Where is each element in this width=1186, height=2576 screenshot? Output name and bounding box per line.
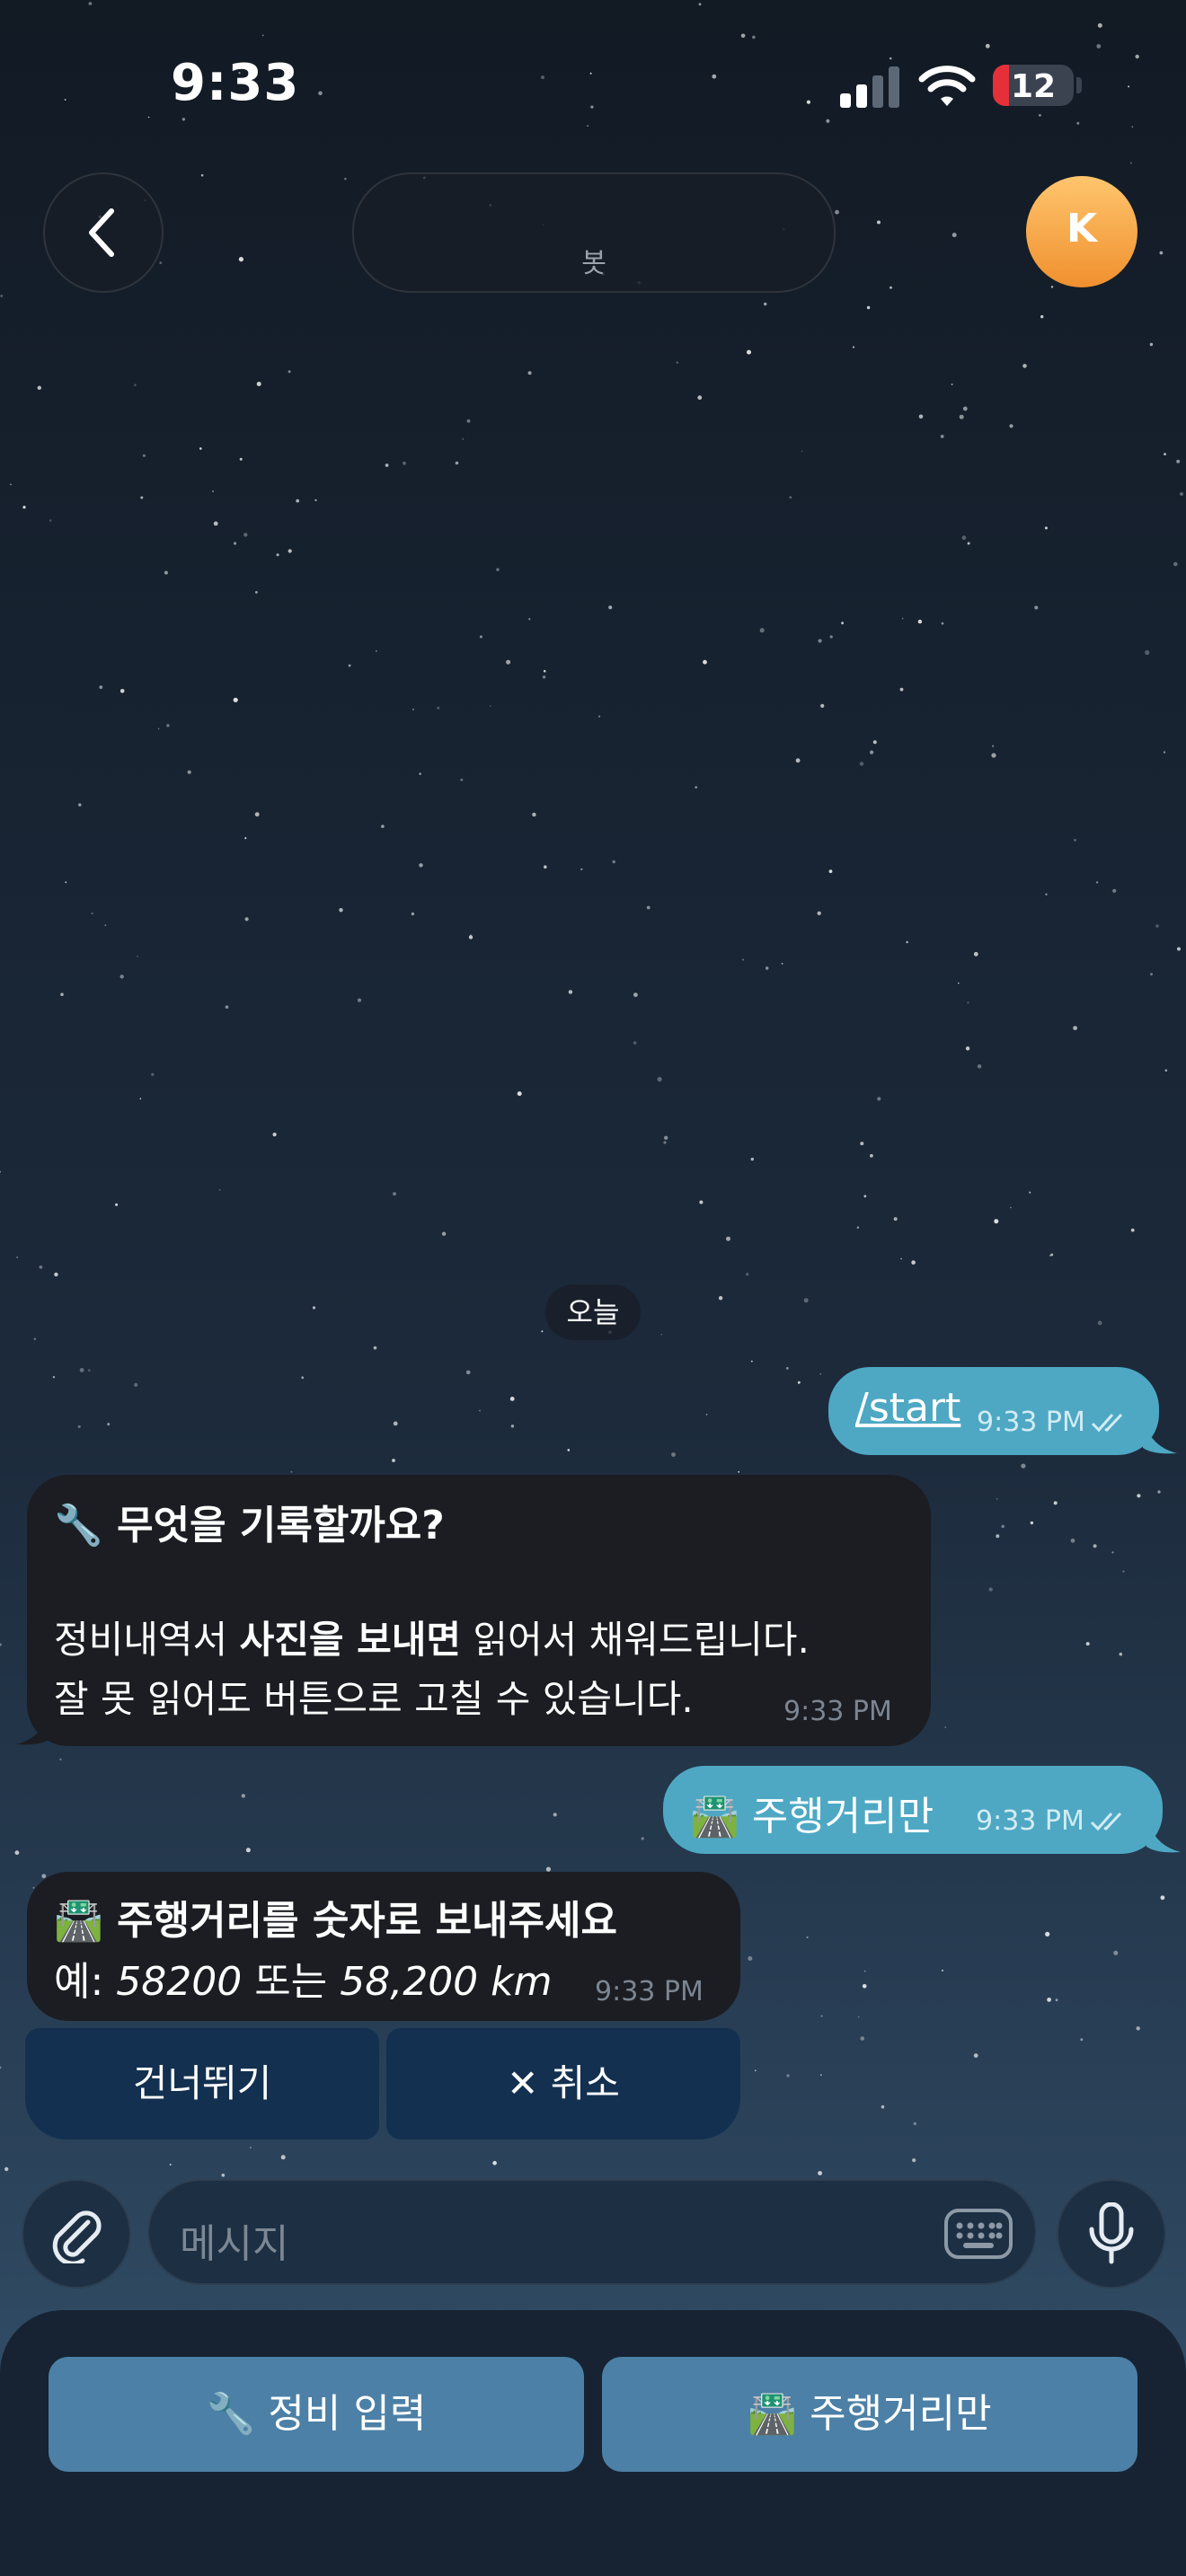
chat-subtitle: 봇	[581, 248, 606, 279]
message-line: 예: 58200 또는 58,200 km	[54, 1959, 553, 2005]
reply-keyboard: 🔧 정비 입력 🛣️ 주행거리만	[0, 2310, 1186, 2576]
keyboard-icon[interactable]	[943, 2208, 1013, 2260]
double-check-icon	[1090, 1812, 1121, 1831]
incoming-message[interactable]: 🛣️ 주행거리를 숫자로 보내주세요 예: 58200 또는 58,200 km…	[27, 1872, 740, 2021]
message-line: 정비내역서 사진을 보내면 읽어서 채워드립니다.	[54, 1618, 810, 1662]
message-title: 🛣️ 주행거리를 숫자로 보내주세요	[54, 1898, 617, 1944]
battery-icon: 12	[993, 65, 1074, 106]
cellular-signal-icon	[840, 66, 901, 108]
avatar[interactable]: K	[1026, 176, 1137, 287]
double-check-icon	[1091, 1413, 1122, 1433]
paperclip-icon	[52, 2210, 102, 2263]
message-placeholder: 메시지	[180, 2221, 289, 2267]
battery-level: 12	[1010, 68, 1057, 105]
skip-button[interactable]: 건너뛰기	[25, 2028, 379, 2139]
message-line: 잘 못 읽어도 버튼으로 고칠 수 있습니다.	[54, 1677, 694, 1721]
message-title: 🔧 무엇을 기록할까요?	[54, 1503, 445, 1548]
message-time: 9:33 PM	[595, 1976, 704, 2007]
maintenance-entry-button[interactable]: 🔧 정비 입력	[49, 2357, 584, 2472]
bubble-tail	[1143, 1416, 1177, 1454]
chevron-left-icon	[89, 208, 114, 257]
status-time: 9:33	[171, 54, 300, 112]
back-button[interactable]	[43, 172, 164, 293]
incoming-message[interactable]: 🔧 무엇을 기록할까요? 정비내역서 사진을 보내면 읽어서 채워드립니다. 잘…	[27, 1475, 931, 1746]
outgoing-message[interactable]: 🛣️ 주행거리만 9:33 PM	[663, 1766, 1163, 1854]
command-link[interactable]: /start	[855, 1385, 960, 1431]
cancel-button[interactable]: ✕ 취소	[386, 2028, 740, 2139]
attach-button[interactable]	[22, 2179, 131, 2289]
status-bar: 9:33 12	[0, 0, 1186, 171]
date-divider: 오늘	[545, 1284, 641, 1340]
bubble-tail	[1146, 1814, 1181, 1853]
microphone-button[interactable]	[1057, 2179, 1166, 2289]
mileage-only-button[interactable]: 🛣️ 주행거리만	[602, 2357, 1137, 2472]
message-time: 9:33 PM	[977, 1407, 1130, 1438]
bubble-tail	[16, 1707, 50, 1745]
battery-tip	[1076, 77, 1082, 93]
chat-title[interactable]: 봇	[352, 172, 836, 293]
microphone-icon	[1089, 2202, 1134, 2264]
avatar-initial: K	[1066, 206, 1098, 251]
message-time: 9:33 PM	[783, 1696, 892, 1727]
message-input[interactable]: 메시지	[147, 2179, 1037, 2285]
wifi-icon	[918, 66, 976, 106]
outgoing-message[interactable]: /start 9:33 PM	[828, 1367, 1159, 1455]
message-time: 9:33 PM	[976, 1805, 1129, 1837]
message-text: 🛣️ 주행거리만	[690, 1794, 934, 1839]
